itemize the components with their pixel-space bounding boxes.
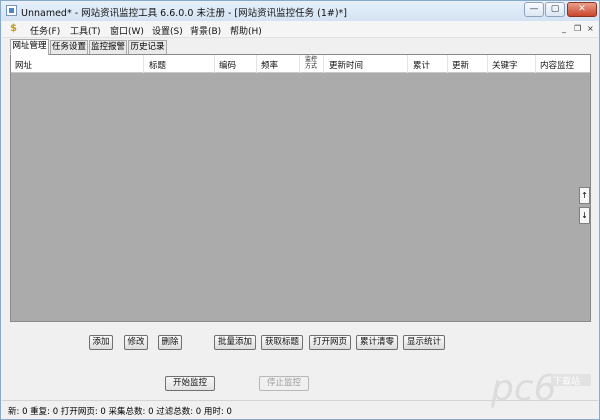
- url-table[interactable]: 网址 标题 编码 频率 监控 方式 更新时间 累计 更新 关键字 内容监控: [10, 54, 591, 322]
- open-page-button[interactable]: 打开网页: [309, 335, 351, 350]
- add-button[interactable]: 添加: [89, 335, 113, 350]
- column-header-update-time[interactable]: 更新时间: [329, 59, 363, 71]
- minimize-button[interactable]: —: [524, 2, 544, 17]
- tab-url-management[interactable]: 网址管理: [10, 39, 49, 55]
- column-header-update[interactable]: 更新: [452, 59, 469, 71]
- menu-background[interactable]: 背景(B): [190, 24, 221, 37]
- watermark-logo-text: pc6: [490, 368, 557, 408]
- column-divider[interactable]: [487, 55, 488, 73]
- menu-help[interactable]: 帮助(H): [230, 24, 262, 37]
- move-up-button[interactable]: ↑: [579, 187, 590, 204]
- column-header-frequency[interactable]: 频率: [261, 59, 278, 71]
- column-header-monitor-mode-line2: 方式: [304, 63, 317, 70]
- column-header-monitor-mode[interactable]: 监控 方式: [304, 56, 318, 70]
- column-divider[interactable]: [214, 55, 215, 73]
- column-header-title[interactable]: 标题: [149, 59, 166, 71]
- menu-task[interactable]: 任务(F): [30, 24, 60, 37]
- column-header-content-monitor[interactable]: 内容监控: [540, 59, 574, 71]
- column-divider[interactable]: [323, 55, 324, 73]
- column-divider[interactable]: [299, 55, 300, 73]
- mdi-close-icon[interactable]: ×: [587, 24, 594, 33]
- tab-monitor-alarm[interactable]: 监控报警: [89, 40, 127, 54]
- app-icon: [6, 5, 17, 16]
- batch-add-button[interactable]: 批量添加: [214, 335, 256, 350]
- mdi-restore-icon[interactable]: ❐: [574, 24, 581, 33]
- column-header-keyword[interactable]: 关键字: [492, 59, 518, 71]
- watermark-caption: 下载站: [553, 375, 580, 387]
- column-header-encoding[interactable]: 编码: [219, 59, 236, 71]
- column-divider[interactable]: [447, 55, 448, 73]
- maximize-button[interactable]: ▢: [545, 2, 565, 17]
- window-title: Unnamed* - 网站资讯监控工具 6.6.0.0 未注册 - [网站资讯监…: [21, 8, 348, 19]
- stop-monitor-button[interactable]: 停止监控: [259, 376, 309, 391]
- mdi-minimize-icon[interactable]: _: [562, 24, 566, 33]
- delete-button[interactable]: 删除: [158, 335, 182, 350]
- column-divider[interactable]: [143, 55, 144, 73]
- tab-history[interactable]: 历史记录: [128, 40, 167, 54]
- menu-bar: $ 任务(F) 工具(T) 窗口(W) 设置(S) 背景(B) 帮助(H) _ …: [2, 21, 598, 38]
- menu-settings[interactable]: 设置(S): [152, 24, 183, 37]
- column-header-monitor-mode-line1: 监控: [304, 56, 317, 63]
- table-header: 网址 标题 编码 频率 监控 方式 更新时间 累计 更新 关键字 内容监控: [11, 55, 590, 73]
- column-header-total[interactable]: 累计: [413, 59, 430, 71]
- column-header-url[interactable]: 网址: [15, 59, 32, 71]
- clear-total-button[interactable]: 累计清零: [356, 335, 398, 350]
- status-counters: 新: 0 重复: 0 打开网页: 0 采集总数: 0 过滤总数: 0 用时: 0: [8, 407, 232, 417]
- menu-window[interactable]: 窗口(W): [110, 24, 144, 37]
- close-button[interactable]: ✕: [567, 2, 597, 17]
- column-divider[interactable]: [256, 55, 257, 73]
- menu-tools[interactable]: 工具(T): [70, 24, 101, 37]
- column-divider[interactable]: [535, 55, 536, 73]
- edit-button[interactable]: 修改: [124, 335, 148, 350]
- pc6-watermark-logo: pc6 下载站: [490, 368, 591, 408]
- show-stats-button[interactable]: 显示统计: [403, 335, 445, 350]
- fetch-title-button[interactable]: 获取标题: [261, 335, 303, 350]
- app-window: Unnamed* - 网站资讯监控工具 6.6.0.0 未注册 - [网站资讯监…: [0, 0, 600, 420]
- tab-task-settings[interactable]: 任务设置: [50, 40, 88, 54]
- column-divider[interactable]: [407, 55, 408, 73]
- app-logo-icon[interactable]: $: [10, 23, 17, 34]
- title-bar[interactable]: Unnamed* - 网站资讯监控工具 6.6.0.0 未注册 - [网站资讯监…: [1, 1, 599, 21]
- move-down-button[interactable]: ↓: [579, 207, 590, 224]
- start-monitor-button[interactable]: 开始监控: [165, 376, 215, 391]
